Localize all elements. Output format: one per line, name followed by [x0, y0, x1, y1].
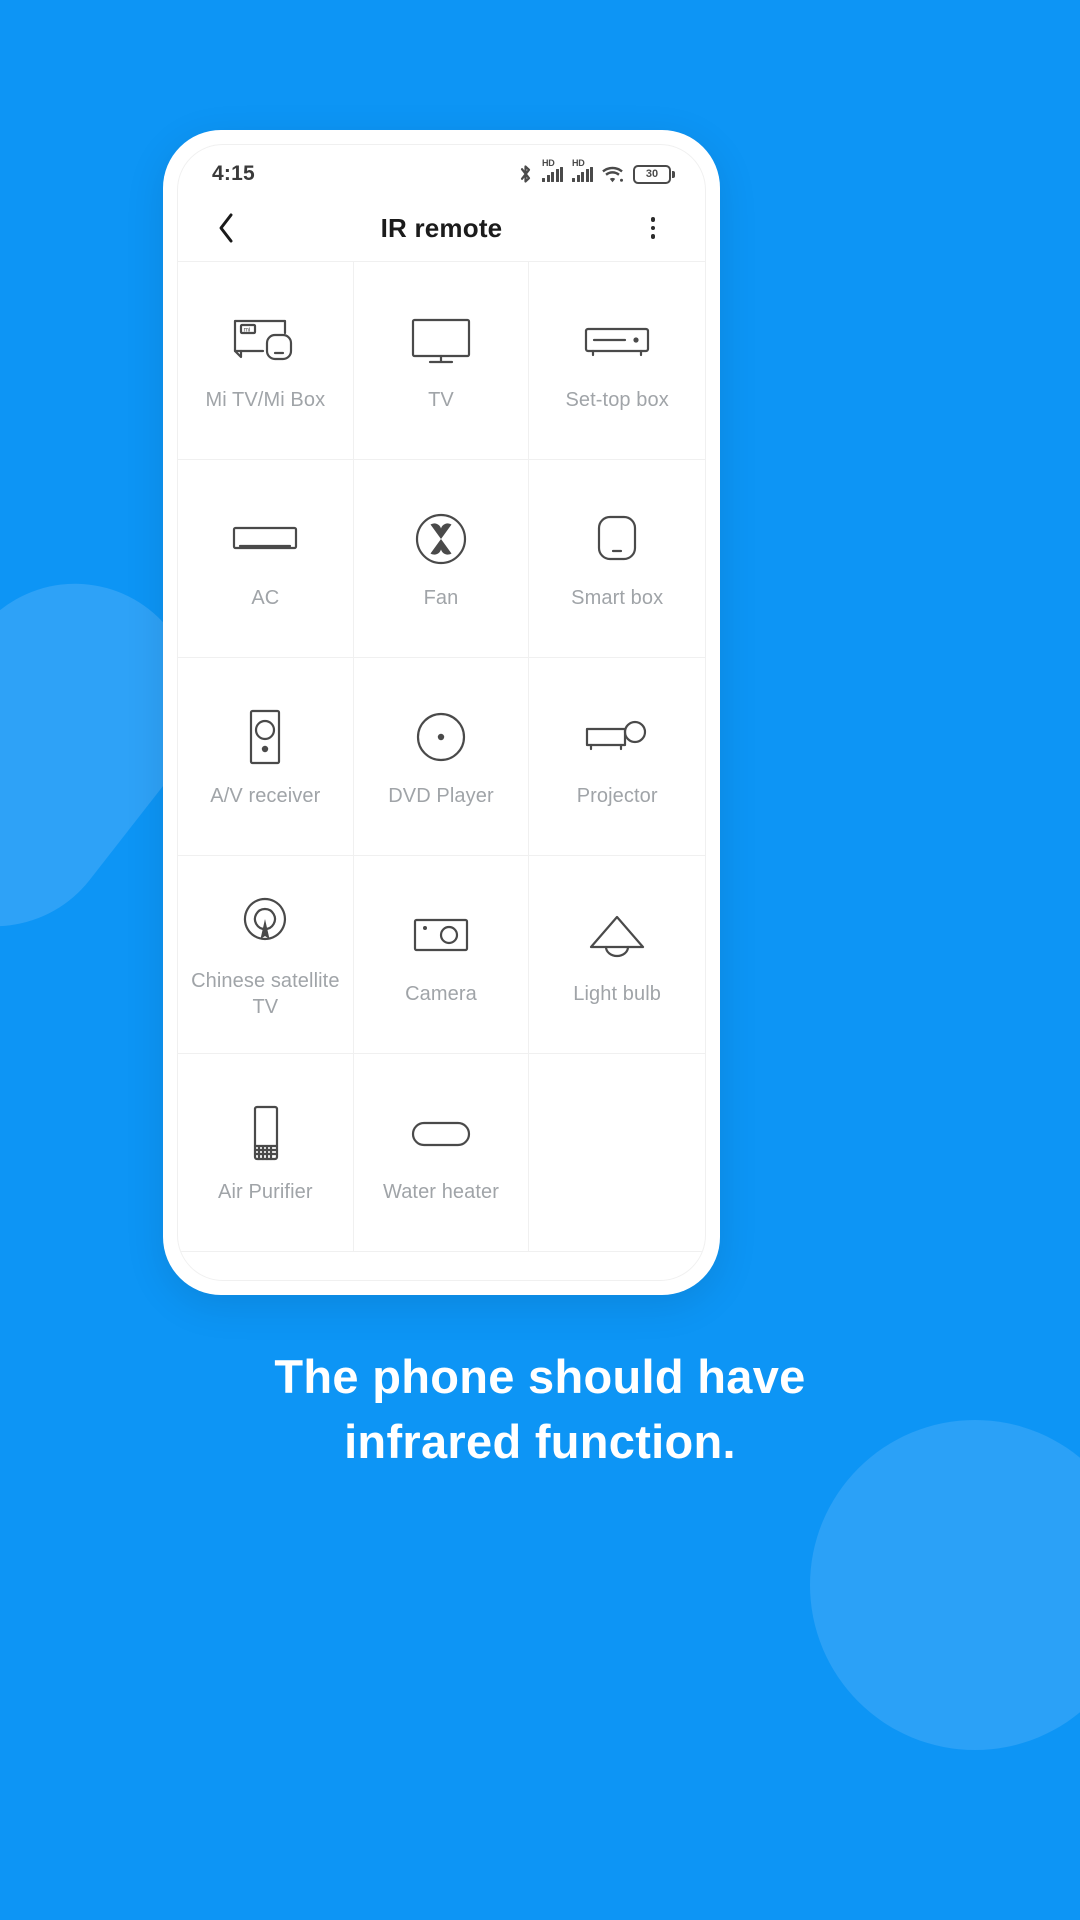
caption-line-2: infrared function.: [344, 1414, 736, 1468]
more-dot-3: [650, 234, 656, 239]
grid-item-dvd-player[interactable]: DVD Player: [353, 658, 530, 856]
signal-bars-1: [542, 166, 563, 182]
bluetooth-icon: [518, 164, 533, 184]
hd-signal-icon-2: HD: [572, 158, 593, 182]
battery-nub: [672, 170, 675, 178]
grid-item-label: Chinese satellite TV: [191, 969, 340, 1018]
grid-item-label: Mi TV/Mi Box: [205, 388, 326, 411]
grid-item-label: Fan: [423, 586, 459, 609]
grid-item-camera[interactable]: Camera: [353, 856, 530, 1054]
air-conditioner-icon: [228, 507, 302, 571]
caption-line-1: The phone should have: [274, 1350, 806, 1403]
grid-item-label: TV: [428, 388, 454, 411]
more-dot-2: [650, 225, 656, 231]
grid-item-label: Camera: [405, 982, 477, 1005]
camera-icon: [408, 903, 474, 967]
hd-signal-icon-1: HD: [542, 158, 563, 182]
app-bar: IR remote: [178, 195, 705, 261]
av-receiver-icon: [242, 705, 288, 769]
set-top-box-icon: [580, 309, 654, 373]
more-options-icon[interactable]: [631, 206, 675, 250]
grid-item-water-heater[interactable]: Water heater: [353, 1054, 530, 1252]
grid-item-label: DVD Player: [388, 784, 494, 807]
signal-bars-2: [572, 166, 593, 182]
grid-item-smart-box[interactable]: Smart box: [529, 460, 705, 658]
light-bulb-icon: [584, 903, 650, 967]
grid-item-fan[interactable]: Fan: [353, 460, 530, 658]
grid-item-label: Smart box: [571, 586, 664, 609]
status-icon-group: HD HD 30: [518, 158, 675, 184]
grid-item-projector[interactable]: Projector: [529, 658, 705, 856]
water-heater-icon: [405, 1101, 477, 1165]
grid-item-light-bulb[interactable]: Light bulb: [529, 856, 705, 1054]
grid-item-label: Air Purifier: [218, 1180, 313, 1203]
page-title: IR remote: [380, 212, 503, 243]
grid-item-tv[interactable]: TV: [353, 262, 530, 460]
status-clock: 4:15: [212, 162, 255, 185]
more-dot-1: [650, 217, 656, 222]
hd-label-2: HD: [572, 157, 585, 168]
grid-item-ac[interactable]: AC: [178, 460, 354, 658]
svg-text:mi: mi: [244, 326, 251, 333]
back-button[interactable]: [204, 206, 248, 250]
grid-item-empty: [529, 1054, 705, 1252]
grid-item-av-receiver[interactable]: A/V receiver: [178, 658, 354, 856]
grid-item-label: Projector: [576, 784, 658, 807]
hd-label-1: HD: [542, 157, 555, 168]
grid-item-air-purifier[interactable]: Air Purifier: [178, 1054, 354, 1252]
battery-level-text: 30: [645, 168, 659, 180]
device-grid: mi Mi TV/Mi Box TV Set-top box AC Fan Sm…: [178, 261, 705, 1252]
battery-icon: 30: [633, 164, 675, 184]
grid-item-label: A/V receiver: [210, 784, 321, 807]
grid-item-label: Water heater: [382, 1180, 500, 1203]
smart-box-icon: [591, 507, 643, 571]
tv-icon: [406, 309, 476, 373]
grid-item-label: Light bulb: [573, 982, 662, 1005]
grid-item-set-top-box[interactable]: Set-top box: [529, 262, 705, 460]
status-bar: 4:15 HD HD 30: [178, 145, 705, 195]
grid-item-label: AC: [251, 586, 280, 609]
projector-icon: [579, 705, 655, 769]
satellite-tv-icon: [235, 890, 295, 954]
grid-item-label: Set-top box: [565, 388, 669, 411]
mi-tv-box-icon: mi: [227, 309, 303, 373]
wifi-icon: [602, 166, 624, 183]
page-root: 4:15 HD HD 30 IR remote mi Mi TV/Mi Box …: [0, 0, 1080, 1920]
phone-screen: 4:15 HD HD 30 IR remote mi Mi TV/Mi Box …: [177, 144, 706, 1281]
phone-mockup: 4:15 HD HD 30 IR remote mi Mi TV/Mi Box …: [163, 130, 720, 1295]
air-purifier-icon: [245, 1101, 285, 1165]
grid-item-mi-tv-mi-box[interactable]: mi Mi TV/Mi Box: [178, 262, 354, 460]
fan-icon: [410, 507, 472, 571]
battery-shell: 30: [633, 164, 671, 184]
dvd-player-icon: [411, 705, 471, 769]
grid-item-chinese-satellite-tv[interactable]: Chinese satellite TV: [178, 856, 354, 1054]
caption-text: The phone should have infrared function.: [0, 1345, 1080, 1475]
